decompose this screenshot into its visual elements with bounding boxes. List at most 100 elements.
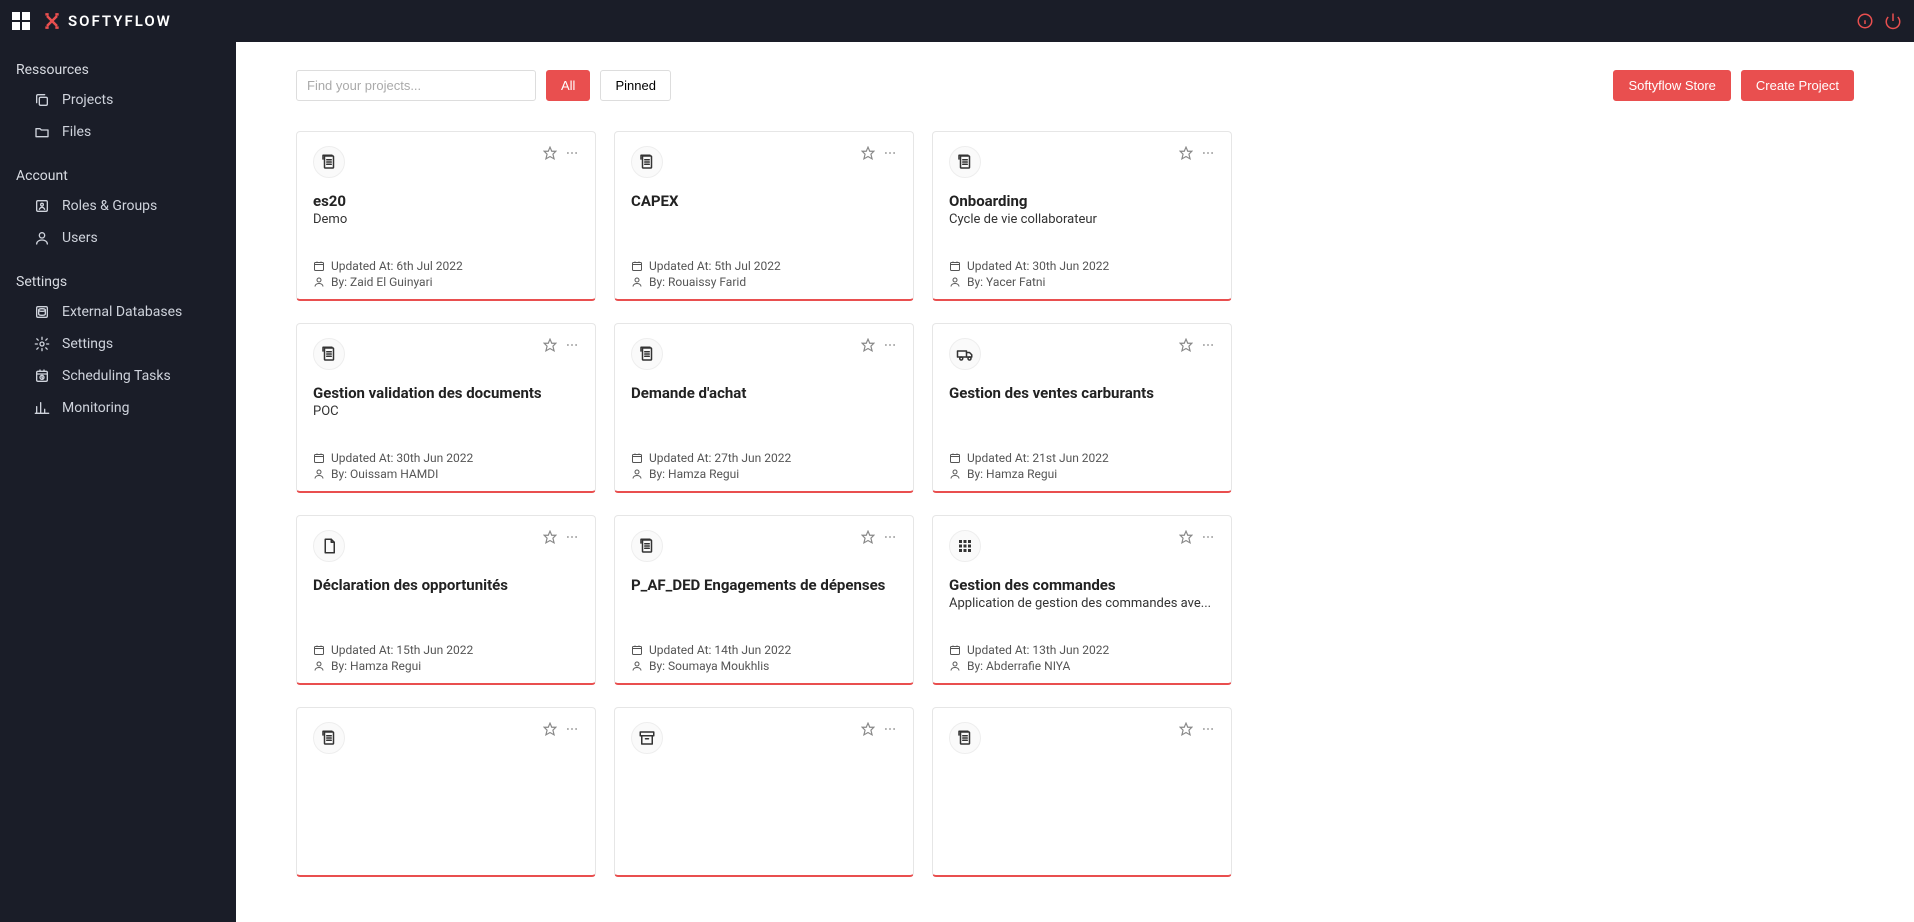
doc-icon	[313, 338, 345, 370]
search-input[interactable]	[296, 70, 536, 101]
star-icon[interactable]	[861, 146, 875, 160]
star-icon[interactable]	[543, 722, 557, 736]
star-icon[interactable]	[1179, 338, 1193, 352]
grid-icon	[949, 530, 981, 562]
project-meta: Updated At: 5th Jul 2022 By: Rouaissy Far…	[631, 241, 897, 289]
sidebar-section-title: Account	[0, 162, 236, 190]
sidebar-item-users[interactable]: Users	[0, 222, 236, 254]
updated-by: By: Zaid El Guinyari	[313, 275, 579, 289]
create-project-button[interactable]: Create Project	[1741, 70, 1854, 101]
project-grid: es20DemoUpdated At: 6th Jul 2022By: Zaid…	[296, 131, 1854, 877]
more-icon[interactable]	[565, 530, 579, 544]
project-card[interactable]: OnboardingCycle de vie collaborateurUpda…	[932, 131, 1232, 301]
filter-pinned-button[interactable]: Pinned	[600, 70, 670, 101]
power-icon[interactable]	[1884, 12, 1902, 30]
more-icon[interactable]	[565, 722, 579, 736]
project-card[interactable]	[614, 707, 914, 877]
project-card[interactable]: es20DemoUpdated At: 6th Jul 2022By: Zaid…	[296, 131, 596, 301]
schedule-icon	[34, 368, 50, 384]
star-icon[interactable]	[543, 338, 557, 352]
sidebar-item-settings[interactable]: Settings	[0, 328, 236, 360]
project-meta: Updated At: 13th Jun 2022By: Abderrafie …	[949, 625, 1215, 673]
updated-at: Updated At: 6th Jul 2022	[313, 259, 579, 273]
star-icon[interactable]	[1179, 722, 1193, 736]
project-meta: Updated At: 6th Jul 2022 By: Zaid El Guin…	[313, 241, 579, 289]
sidebar-item-monitoring[interactable]: Monitoring	[0, 392, 236, 424]
sidebar-item-label: Roles & Groups	[62, 198, 157, 214]
updated-at: Updated At: 27th Jun 2022	[631, 451, 897, 465]
updated-at: Updated At: 15th Jun 2022	[313, 643, 579, 657]
topbar: SOFTYFLOW	[0, 0, 1914, 42]
updated-by: By: Soumaya Moukhlis	[631, 659, 897, 673]
project-meta: Updated At: 27th Jun 2022 By: Hamza Regui	[631, 433, 897, 481]
more-icon[interactable]	[1201, 722, 1215, 736]
project-meta: Updated At: 30th Jun 2022By: Ouissam HAM…	[313, 433, 579, 481]
sidebar-item-files[interactable]: Files	[0, 116, 236, 148]
star-icon[interactable]	[543, 530, 557, 544]
updated-at: Updated At: 5th Jul 2022	[631, 259, 897, 273]
updated-at: Updated At: 21st Jun 2022	[949, 451, 1215, 465]
updated-by: By: Ouissam HAMDI	[313, 467, 579, 481]
more-icon[interactable]	[565, 338, 579, 352]
sidebar-item-external-databases[interactable]: External Databases	[0, 296, 236, 328]
folder-icon	[34, 124, 50, 140]
more-icon[interactable]	[883, 146, 897, 160]
info-icon[interactable]	[1856, 12, 1874, 30]
toolbar-left: All Pinned	[296, 70, 671, 101]
more-icon[interactable]	[565, 146, 579, 160]
star-icon[interactable]	[861, 530, 875, 544]
more-icon[interactable]	[883, 722, 897, 736]
updated-by: By: Hamza Regui	[313, 659, 579, 673]
updated-by: By: Rouaissy Farid	[631, 275, 897, 289]
project-card[interactable]: Gestion des ventes carburantsUpdated At:…	[932, 323, 1232, 493]
star-icon[interactable]	[1179, 146, 1193, 160]
project-card[interactable]	[932, 707, 1232, 877]
sidebar-item-roles-groups[interactable]: Roles & Groups	[0, 190, 236, 222]
main-content: All Pinned Softyflow Store Create Projec…	[236, 42, 1914, 922]
project-title: Onboarding	[949, 192, 1215, 210]
sidebar-item-scheduling-tasks[interactable]: Scheduling Tasks	[0, 360, 236, 392]
chart-icon	[34, 400, 50, 416]
project-card[interactable]: CAPEXUpdated At: 5th Jul 2022By: Rouaiss…	[614, 131, 914, 301]
updated-at: Updated At: 13th Jun 2022	[949, 643, 1215, 657]
more-icon[interactable]	[883, 338, 897, 352]
more-icon[interactable]	[883, 530, 897, 544]
project-card[interactable]: Demande d'achatUpdated At: 27th Jun 2022…	[614, 323, 914, 493]
project-description: Application de gestion des commandes ave…	[949, 596, 1215, 611]
project-title: Gestion des commandes	[949, 576, 1215, 594]
file-icon	[313, 530, 345, 562]
star-icon[interactable]	[861, 338, 875, 352]
project-card[interactable]: P_AF_DED Engagements de dépenses Updated …	[614, 515, 914, 685]
project-meta: Updated At: 30th Jun 2022By: Yacer Fatni	[949, 241, 1215, 289]
sidebar-item-label: Settings	[62, 336, 113, 352]
project-meta: Updated At: 21st Jun 2022By: Hamza Regui	[949, 433, 1215, 481]
roles-icon	[34, 198, 50, 214]
filter-all-button[interactable]: All	[546, 70, 590, 101]
updated-at: Updated At: 14th Jun 2022	[631, 643, 897, 657]
sidebar-item-label: Users	[62, 230, 98, 246]
more-icon[interactable]	[1201, 338, 1215, 352]
doc-icon	[313, 722, 345, 754]
project-card[interactable]: Déclaration des opportunitésUpdated At: …	[296, 515, 596, 685]
updated-by: By: Hamza Regui	[631, 467, 897, 481]
project-card[interactable]: Gestion validation des documentsPOCUpdat…	[296, 323, 596, 493]
truck-icon	[949, 338, 981, 370]
project-card[interactable]: Gestion des commandes Application de gest…	[932, 515, 1232, 685]
sidebar-item-label: Scheduling Tasks	[62, 368, 171, 384]
project-title: P_AF_DED Engagements de dépenses	[631, 576, 897, 594]
project-description: POC	[313, 404, 579, 419]
store-button[interactable]: Softyflow Store	[1613, 70, 1730, 101]
star-icon[interactable]	[543, 146, 557, 160]
topbar-left: SOFTYFLOW	[12, 11, 172, 31]
more-icon[interactable]	[1201, 530, 1215, 544]
project-meta: Updated At: 14th Jun 2022 By: Soumaya Mou…	[631, 625, 897, 673]
sidebar-item-label: External Databases	[62, 304, 182, 320]
apps-grid-icon[interactable]	[12, 12, 30, 30]
star-icon[interactable]	[861, 722, 875, 736]
project-card[interactable]	[296, 707, 596, 877]
sidebar-item-projects[interactable]: Projects	[0, 84, 236, 116]
updated-by: By: Yacer Fatni	[949, 275, 1215, 289]
doc-icon	[631, 530, 663, 562]
more-icon[interactable]	[1201, 146, 1215, 160]
star-icon[interactable]	[1179, 530, 1193, 544]
